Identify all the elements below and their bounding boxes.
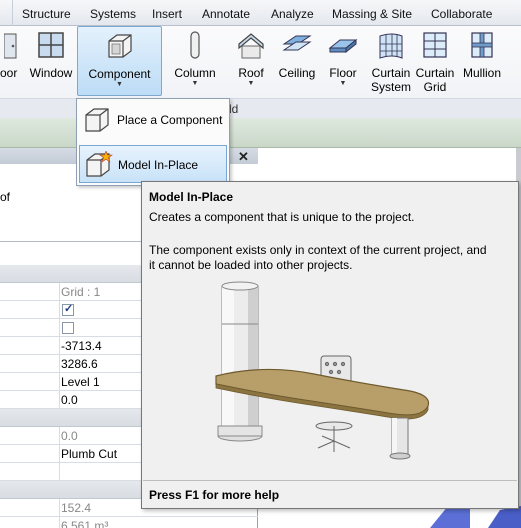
property-value[interactable]: Level 1	[61, 375, 100, 389]
property-checkbox[interactable]	[62, 302, 74, 316]
property-value[interactable]: Plumb Cut	[61, 447, 117, 461]
tab-analyze[interactable]: Analyze	[271, 7, 314, 21]
tooltip-detail-line: it cannot be loaded into other projects.	[149, 258, 353, 272]
ceiling-icon	[282, 30, 312, 60]
column-button[interactable]: Column ▼	[168, 26, 222, 98]
tooltip-divider	[143, 480, 517, 481]
tab-insert[interactable]: Insert	[152, 7, 182, 21]
chevron-down-icon: ▼	[116, 81, 123, 88]
mullion-icon	[467, 30, 497, 60]
curtain-grid-icon	[420, 30, 450, 60]
tooltip-detail-line: The component exists only in context of …	[149, 243, 487, 257]
property-value: Grid : 1	[61, 285, 101, 299]
menu-item-place-component[interactable]: Place a Component	[79, 101, 227, 139]
curtain-system-button[interactable]: Curtain System	[368, 26, 414, 98]
property-value: 0.0	[61, 429, 78, 443]
property-value: 6.561 m³	[61, 519, 109, 528]
component-icon	[105, 31, 135, 61]
window-button[interactable]: Window	[27, 26, 75, 98]
property-value[interactable]: 0.0	[61, 393, 78, 407]
mullion-button[interactable]: Mullion	[458, 26, 506, 98]
tooltip-help-hint: Press F1 for more help	[149, 488, 280, 502]
property-value: 152.4	[61, 501, 92, 515]
chevron-down-icon: ▼	[339, 80, 347, 87]
roof-button[interactable]: Roof ▼	[232, 26, 270, 98]
curtain-grid-label: Curtain Grid	[415, 66, 455, 94]
menu-item-label: Place a Component	[117, 113, 223, 127]
component-dropdown-menu: Place a Component Model In-Place	[76, 98, 230, 186]
tab-systems[interactable]: Systems	[90, 7, 136, 21]
tab-annotate[interactable]: Annotate	[202, 7, 250, 21]
model-in-place-tooltip: Model In-Place Creates a component that …	[141, 181, 519, 509]
tab-massing-site[interactable]: Massing & Site	[332, 7, 412, 21]
tooltip-illustration	[215, 281, 430, 460]
door-button[interactable]: oor	[0, 26, 22, 98]
curtain-system-label: Curtain System	[370, 66, 411, 94]
chevron-down-icon: ▼	[191, 80, 199, 87]
tooltip-title: Model In-Place	[149, 190, 234, 204]
revit-window: Structure Systems Insert Annotate Analyz…	[0, 0, 521, 528]
component-icon	[83, 106, 113, 134]
model-in-place-icon	[84, 150, 114, 179]
close-icon[interactable]: ✕	[238, 149, 249, 165]
floor-button[interactable]: Floor ▼	[325, 26, 361, 98]
tab-structure[interactable]: Structure	[22, 7, 71, 21]
floor-icon	[328, 30, 358, 60]
curtain-system-icon	[376, 30, 406, 60]
build-panel-label: ld	[229, 102, 239, 116]
tab-collaborate[interactable]: Collaborate	[431, 7, 492, 21]
roof-icon	[236, 30, 266, 60]
property-checkbox[interactable]	[62, 322, 74, 334]
component-button[interactable]: Component ▼	[77, 26, 162, 96]
menu-item-model-in-place[interactable]: Model In-Place	[79, 145, 227, 183]
chevron-down-icon: ▼	[247, 80, 255, 87]
ribbon-tab-bar: Structure Systems Insert Annotate Analyz…	[0, 0, 521, 26]
curtain-grid-button[interactable]: Curtain Grid	[414, 26, 456, 98]
window-icon	[36, 30, 66, 60]
menu-item-label: Model In-Place	[118, 158, 199, 172]
property-value[interactable]: -3713.4	[61, 339, 102, 353]
tab-separator	[12, 0, 13, 26]
property-value[interactable]: 3286.6	[61, 357, 98, 371]
table-row: 6.561 m³	[0, 517, 258, 528]
door-icon	[3, 30, 18, 60]
type-selector-text: of	[0, 190, 11, 204]
tooltip-description: Creates a component that is unique to th…	[149, 210, 415, 224]
ceiling-button[interactable]: Ceiling	[275, 26, 319, 98]
column-icon	[180, 30, 210, 60]
